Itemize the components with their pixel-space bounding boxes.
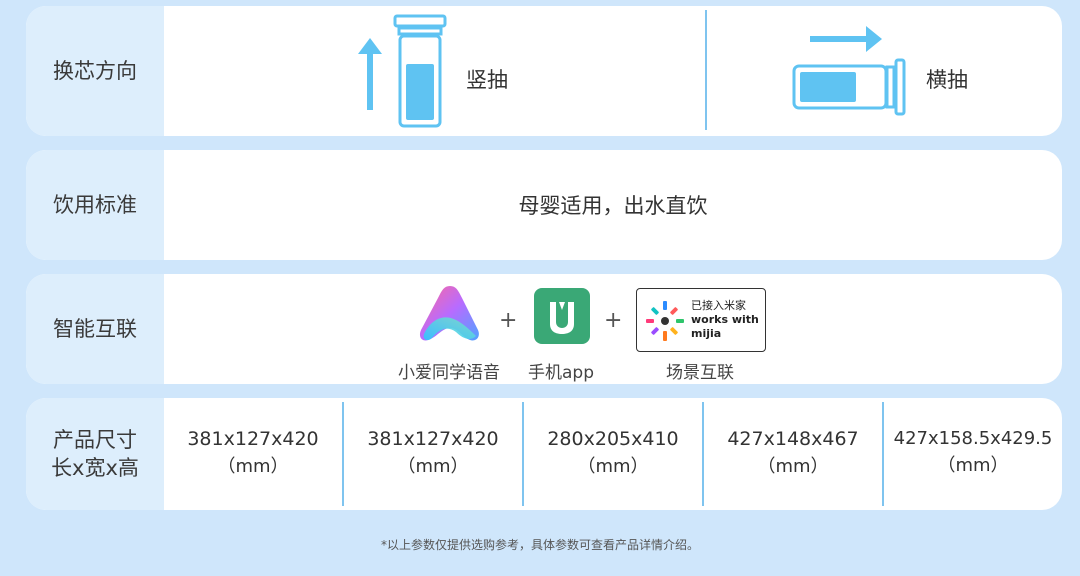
size-value: 381x127x420 [367, 428, 499, 450]
mi-home-app-icon [534, 288, 590, 344]
badge-line3: mijia [691, 327, 722, 340]
row-body: + + 已接入米家 works with mijia 小爱同学语音 手机app … [164, 274, 1062, 384]
row-label: 智能互联 [26, 274, 164, 384]
badge-line1: 已接入米家 [691, 299, 746, 312]
caption-app: 手机app [528, 363, 594, 383]
size-cell: 381x127x420 （mm） [164, 398, 342, 510]
size-label-line2: 长x宽x高 [51, 456, 139, 480]
size-unit: （mm） [217, 456, 289, 477]
row-label: 换芯方向 [26, 6, 164, 136]
plus-sign: + [499, 308, 518, 333]
row-body: 竖抽 横抽 [164, 6, 1062, 136]
size-unit: （mm） [757, 456, 829, 477]
size-value: 280x205x410 [547, 428, 679, 450]
row-body: 母婴适用，出水直饮 [164, 150, 1062, 260]
size-label-line1: 产品尺寸 [52, 428, 137, 452]
size-unit: （mm） [937, 455, 1009, 476]
size-unit: （mm） [577, 456, 649, 477]
caption-scene: 场景互联 [666, 363, 734, 383]
standard-text: 母婴适用，出水直饮 [518, 194, 708, 218]
row-drinking-standard: 饮用标准 母婴适用，出水直饮 [26, 150, 1062, 260]
mijia-burst-icon [646, 301, 684, 341]
row-filter-direction: 换芯方向 竖抽 横抽 [26, 6, 1062, 136]
size-cell: 280x205x410 （mm） [524, 398, 702, 510]
size-cell: 427x148x467 （mm） [704, 398, 882, 510]
divider [705, 10, 707, 130]
row-smart-connect: 智能互联 + + 已接入米家 works with mijia 小爱同学语音 手… [26, 274, 1062, 384]
footnote: *以上参数仅提供选购参考，具体参数可查看产品详情介绍。 [380, 538, 699, 552]
plus-sign: + [604, 308, 623, 333]
row-label: 饮用标准 [26, 150, 164, 260]
size-value: 427x158.5x429.5 [893, 428, 1053, 449]
vertical-filter-icon [393, 14, 447, 128]
size-value: 381x127x420 [187, 428, 319, 450]
vertical-label: 竖抽 [466, 68, 508, 92]
row-product-size: 产品尺寸 长x宽x高 381x127x420 （mm） 381x127x420 … [26, 398, 1062, 510]
row-label: 产品尺寸 长x宽x高 [26, 398, 164, 510]
row-body: 381x127x420 （mm） 381x127x420 （mm） 280x20… [164, 398, 1062, 510]
badge-line2: works with [691, 313, 759, 326]
size-unit: （mm） [397, 456, 469, 477]
horizontal-label: 横抽 [926, 68, 968, 92]
size-cell: 381x127x420 （mm） [344, 398, 522, 510]
xiaoai-icon [419, 286, 479, 341]
size-value: 427x148x467 [727, 428, 859, 450]
arrow-up-icon [358, 38, 382, 110]
works-with-mijia-icon: 已接入米家 works with mijia [636, 288, 766, 352]
size-cell: 427x158.5x429.5 （mm） [884, 398, 1062, 510]
caption-xiaoai: 小爱同学语音 [398, 363, 500, 383]
horizontal-filter-icon [792, 58, 906, 116]
arrow-right-icon [810, 26, 882, 52]
